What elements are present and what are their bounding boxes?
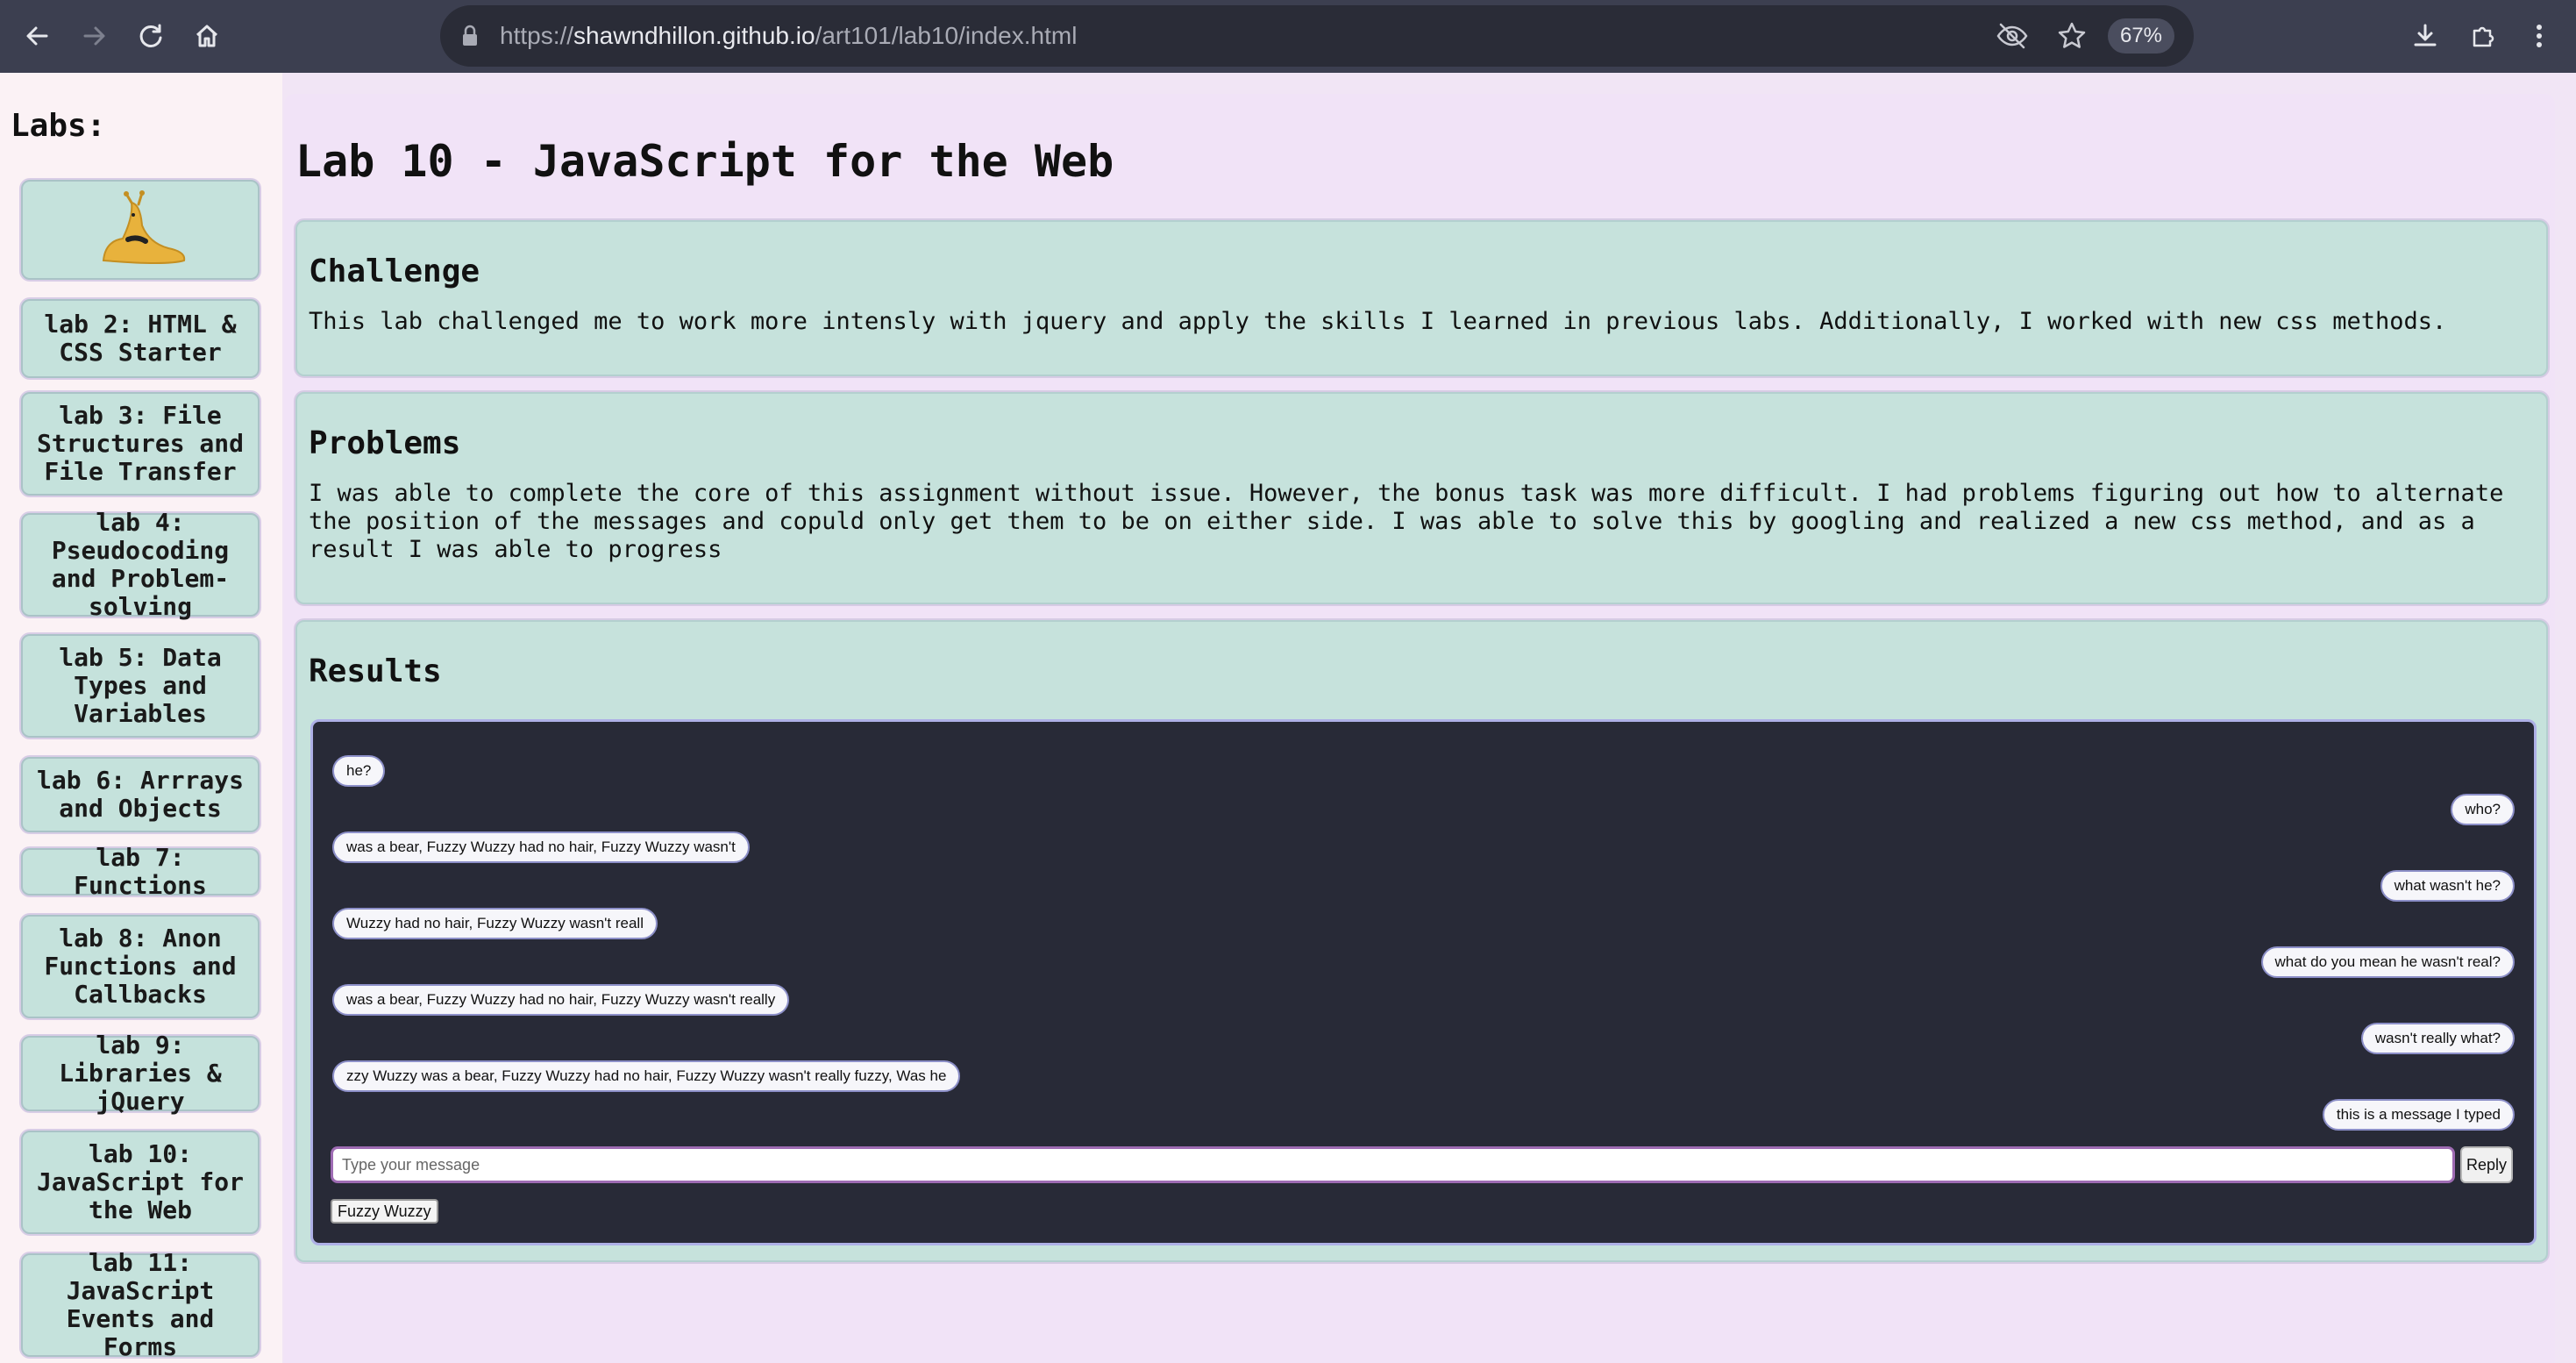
chat-window: he? who? was a bear, Fuzzy Wuzzy had no …	[310, 719, 2537, 1245]
reply-button[interactable]: Reply	[2460, 1146, 2513, 1183]
bookmark-star-icon[interactable]	[2057, 21, 2087, 51]
page-title: Lab 10 - JavaScript for the Web	[295, 136, 1114, 187]
chat-message-right: who?	[2451, 794, 2515, 825]
sidebar-item-lab11[interactable]: lab 11: JavaScript Events and Forms	[21, 1249, 260, 1361]
sidebar-item-lab5[interactable]: lab 5: Data Types and Variables	[21, 634, 260, 738]
sidebar-item-home-logo[interactable]	[21, 180, 260, 280]
lock-icon[interactable]	[461, 25, 479, 47]
sender-name-label: Fuzzy Wuzzy	[331, 1199, 438, 1224]
sidebar-item-lab4[interactable]: lab 4: Pseudocoding and Problem-solving	[21, 509, 260, 621]
extensions-puzzle-icon[interactable]	[2462, 15, 2504, 57]
home-icon[interactable]	[186, 15, 228, 57]
chat-message-left: he?	[332, 755, 386, 787]
forward-arrow-icon[interactable]	[74, 15, 116, 57]
chat-message-left: was a bear, Fuzzy Wuzzy had no hair, Fuz…	[332, 831, 750, 863]
back-arrow-icon[interactable]	[16, 15, 58, 57]
browser-toolbar: https://shawndhillon.github.io/art101/la…	[0, 0, 2576, 73]
url-text[interactable]: https://shawndhillon.github.io/art101/la…	[500, 5, 1077, 67]
chat-message-right: what wasn't he?	[2380, 870, 2515, 902]
problems-section: Problems I was able to complete the core…	[295, 392, 2548, 604]
challenge-heading: Challenge	[309, 253, 480, 289]
address-bar[interactable]: https://shawndhillon.github.io/art101/la…	[440, 5, 2194, 67]
sidebar-item-lab10[interactable]: lab 10: JavaScript for the Web	[21, 1131, 260, 1234]
chat-message-right: what do you mean he wasn't real?	[2260, 946, 2515, 978]
chat-message-left: Wuzzy had no hair, Fuzzy Wuzzy wasn't re…	[332, 908, 658, 939]
challenge-section: Challenge This lab challenged me to work…	[295, 220, 2548, 376]
reload-icon[interactable]	[130, 15, 172, 57]
banana-slug-icon	[102, 190, 186, 264]
message-input[interactable]	[331, 1146, 2455, 1183]
results-section: Results he? who? was a bear, Fuzzy Wuzzy…	[295, 620, 2548, 1262]
problems-text: I was able to complete the core of this …	[309, 480, 2504, 563]
sidebar-item-lab2[interactable]: lab 2: HTML & CSS Starter	[21, 299, 260, 378]
problems-heading: Problems	[309, 425, 461, 461]
sidebar-item-lab9[interactable]: lab 9: Libraries & jQuery	[21, 1031, 260, 1116]
menu-kebab-icon[interactable]	[2518, 15, 2560, 57]
eye-off-icon[interactable]	[1996, 22, 2029, 50]
sidebar-item-lab7[interactable]: lab 7: Functions	[21, 844, 260, 900]
zoom-indicator[interactable]: 67%	[2108, 18, 2174, 54]
sidebar-item-lab3[interactable]: lab 3: File Structures and File Transfer	[21, 392, 260, 496]
chat-message-left: was a bear, Fuzzy Wuzzy had no hair, Fuz…	[332, 984, 790, 1016]
main-content: Lab 10 - JavaScript for the Web Challeng…	[284, 94, 2555, 1363]
sidebar-title: Labs:	[11, 108, 106, 144]
challenge-text: This lab challenged me to work more inte…	[309, 308, 2447, 335]
sidebar-item-lab6[interactable]: lab 6: Arrrays and Objects	[21, 757, 260, 832]
chat-message-right: this is a message I typed	[2322, 1099, 2515, 1131]
chat-message-right: wasn't really what?	[2360, 1023, 2515, 1054]
download-icon[interactable]	[2404, 15, 2446, 57]
results-heading: Results	[309, 653, 442, 689]
chat-message-left: zzy Wuzzy was a bear, Fuzzy Wuzzy had no…	[332, 1060, 961, 1092]
sidebar-item-lab8[interactable]: lab 8: Anon Functions and Callbacks	[21, 915, 260, 1018]
sidebar: Labs: lab 2: HTML & CSS Starter lab 3: F…	[0, 73, 282, 1363]
